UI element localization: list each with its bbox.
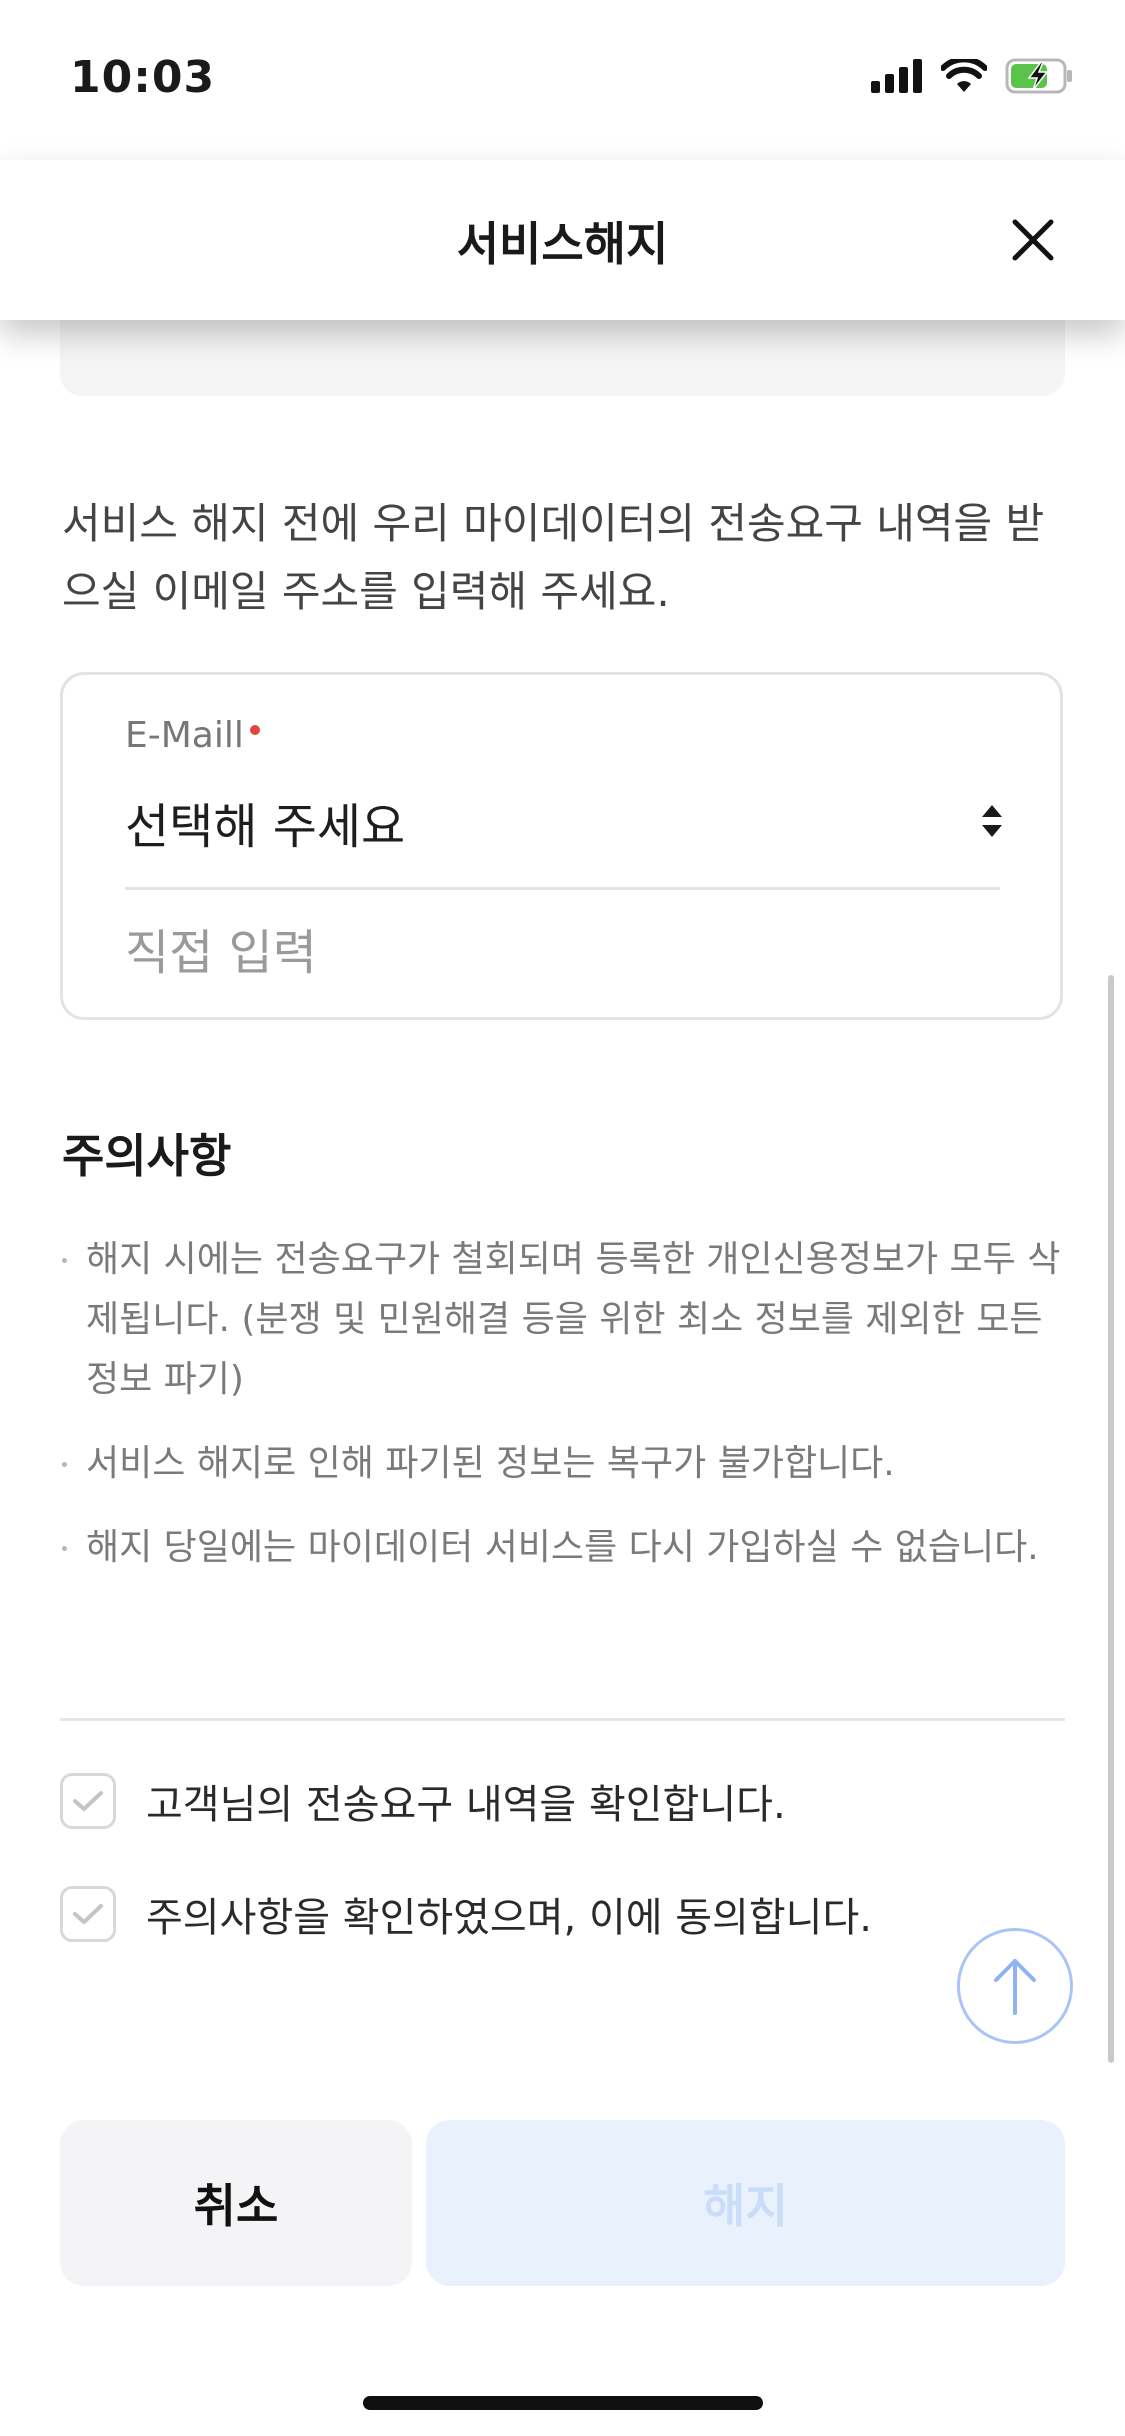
header-bar: 서비스해지 [0,160,1125,320]
terminate-button[interactable]: 해지 [426,2120,1065,2286]
close-icon [1012,219,1054,261]
agreement-row-history[interactable]: 고객님의 전송요구 내역을 확인합니다. [60,1772,786,1830]
battery-charging-icon [1005,58,1072,94]
agreement-row-notice[interactable]: 주의사항을 확인하였으며, 이에 동의합니다. [60,1885,872,1943]
agreement-checkbox[interactable] [60,1773,116,1829]
check-icon [73,1791,103,1811]
bullet-dot [62,1462,67,1467]
notice-item-text: 해지 당일에는 마이데이터 서비스를 다시 가입하실 수 없습니다. [86,1527,1039,1568]
cancel-button[interactable]: 취소 [60,2120,412,2286]
notice-title: 주의사항 [62,1129,232,1183]
email-form-box: E-Maill 선택해 주세요 [60,672,1063,1020]
notice-item: 해지 시에는 전송요구가 철회되며 등록한 개인신용정보가 모두 삭제됩니다. … [62,1230,1062,1410]
section-divider [60,1718,1065,1721]
agreement-label: 주의사항을 확인하였으며, 이에 동의합니다. [146,1895,872,1941]
email-domain-select[interactable]: 선택해 주세요 [125,787,405,857]
email-direct-input[interactable] [125,913,995,993]
notice-item-text: 서비스 해지로 인해 파기된 정보는 복구가 불가합니다. [86,1443,895,1484]
notice-list: 해지 시에는 전송요구가 철회되며 등록한 개인신용정보가 모두 삭제됩니다. … [62,1230,1062,1602]
signal-icon [871,59,922,93]
page-title: 서비스해지 [456,217,669,271]
notice-item: 서비스 해지로 인해 파기된 정보는 복구가 불가합니다. [62,1434,1062,1494]
select-arrows-icon [982,805,1002,837]
notice-item-text: 해지 시에는 전송요구가 철회되며 등록한 개인신용정보가 모두 삭제됩니다. … [86,1239,1061,1400]
status-bar: 10:03 [0,0,1125,160]
agreement-checkbox[interactable] [60,1886,116,1942]
scrollbar[interactable] [1108,975,1114,2063]
required-dot [249,725,260,735]
bullet-dot [62,1546,67,1551]
intro-text: 서비스 해지 전에 우리 마이데이터의 전송요구 내역을 받으실 이메일 주소를… [62,499,1045,616]
select-divider [125,887,1000,890]
wifi-icon [941,59,987,92]
notice-item: 해지 당일에는 마이데이터 서비스를 다시 가입하실 수 없습니다. [62,1518,1062,1578]
email-label: E-Maill [125,715,260,756]
bullet-dot [62,1258,67,1263]
home-indicator [363,2396,763,2410]
scroll-to-top-button[interactable] [957,1928,1073,2044]
agreement-label: 고객님의 전송요구 내역을 확인합니다. [146,1782,786,1828]
arrow-up-icon [994,1959,1036,2015]
status-time: 10:03 [70,52,216,103]
check-icon [73,1904,103,1924]
email-label-text: E-Maill [125,715,244,756]
close-button[interactable] [1003,210,1063,270]
status-icons [871,58,1075,94]
